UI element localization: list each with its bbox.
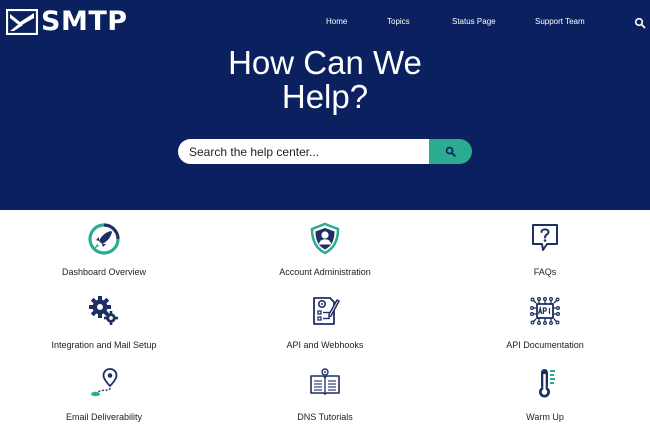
hero-headline: How Can We Help? [175, 46, 475, 114]
location-path-icon [91, 368, 118, 397]
search-icon [445, 146, 456, 157]
question-bubble-icon [532, 224, 558, 251]
topic-label: FAQs [533, 267, 557, 277]
document-gear-icon [313, 297, 340, 325]
nav-search-button[interactable] [634, 16, 646, 29]
topic-label: API and Webhooks [286, 340, 364, 350]
topic-account-administration[interactable]: Account Administration [225, 222, 425, 282]
topic-integration-and-mail-setup[interactable]: Integration and Mail Setup [4, 295, 204, 355]
topic-api-documentation[interactable]: API Documentation [445, 295, 645, 355]
help-search-input[interactable] [178, 139, 430, 164]
thermometer-icon [539, 369, 555, 398]
topic-email-deliverability[interactable]: Email Deliverability [4, 367, 204, 427]
topic-label: Warm Up [526, 412, 564, 422]
topic-label: DNS Tutorials [297, 412, 353, 422]
open-book-icon [310, 368, 340, 395]
headline-line-1: How Can We [228, 44, 422, 81]
topic-label: Account Administration [279, 267, 371, 277]
topic-dashboard-overview[interactable]: Dashboard Overview [4, 222, 204, 282]
topic-faqs[interactable]: FAQs [445, 222, 645, 282]
nav-link-home[interactable]: Home [326, 16, 347, 27]
topic-api-and-webhooks[interactable]: API and Webhooks [225, 295, 425, 355]
topic-label: Email Deliverability [65, 412, 143, 422]
topic-warm-up[interactable]: Warm Up [445, 367, 645, 427]
topic-label: API Documentation [506, 340, 584, 350]
search-icon [634, 17, 646, 29]
api-chip-icon [530, 296, 561, 326]
help-search-button[interactable] [429, 139, 472, 164]
top-nav: Home Topics Status Page Support Team [0, 16, 650, 30]
topic-dns-tutorials[interactable]: DNS Tutorials [225, 367, 425, 427]
user-shield-icon [310, 222, 340, 255]
rocket-icon [88, 223, 120, 255]
headline-line-2: Help? [281, 78, 369, 115]
nav-link-status-page[interactable]: Status Page [452, 16, 496, 27]
help-search [178, 139, 472, 164]
topic-label: Integration and Mail Setup [51, 340, 157, 350]
gears-icon [89, 296, 118, 325]
nav-link-topics[interactable]: Topics [387, 16, 410, 27]
topic-label: Dashboard Overview [61, 267, 147, 277]
nav-link-support-team[interactable]: Support Team [535, 16, 585, 27]
